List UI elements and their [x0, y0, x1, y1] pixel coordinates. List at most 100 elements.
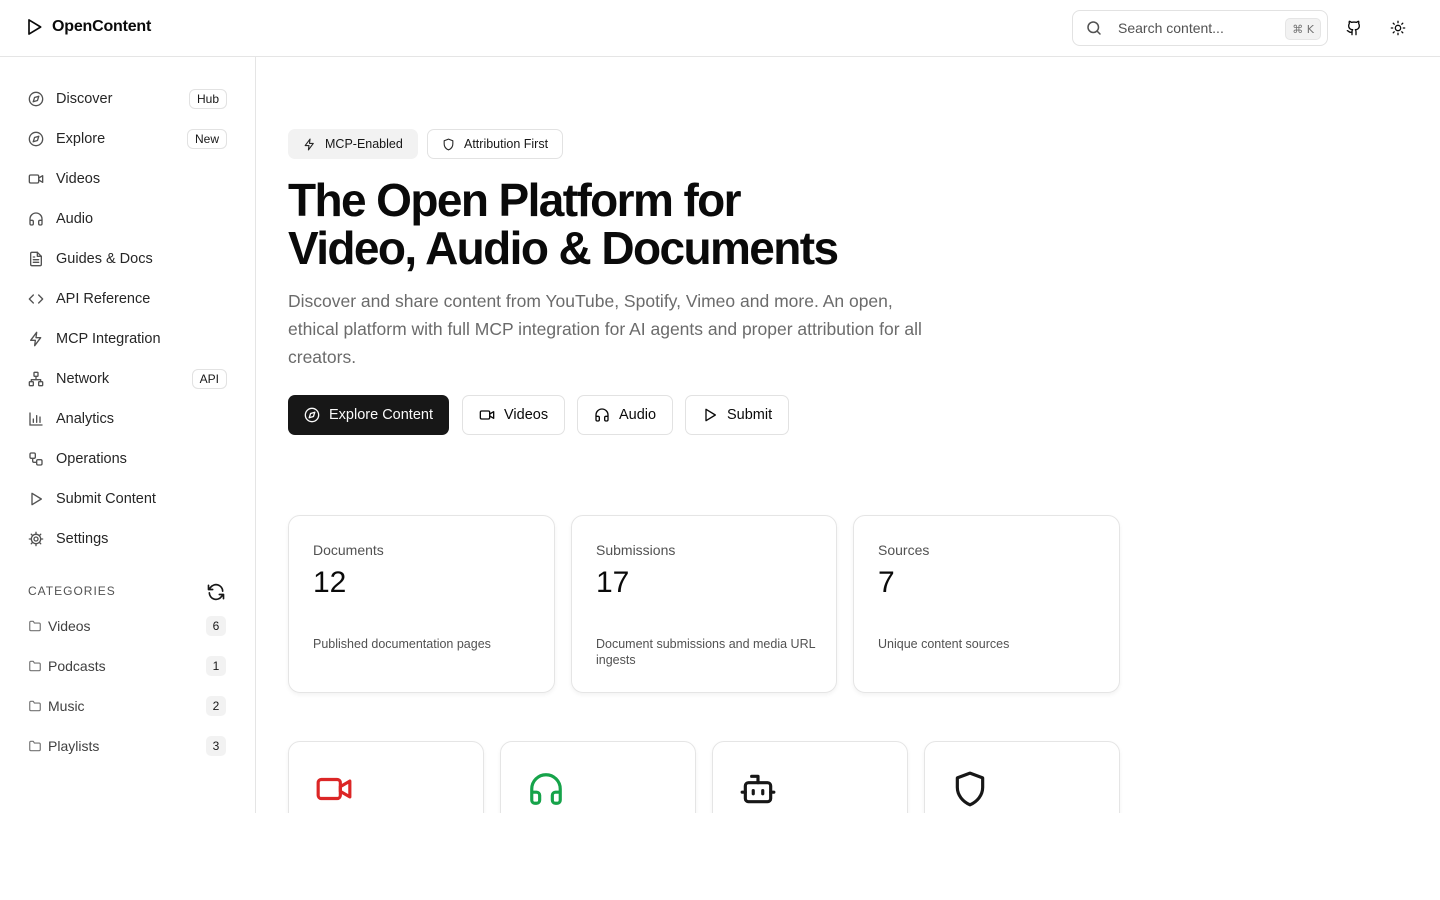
category-label: Podcasts [48, 658, 106, 674]
headphones-icon [527, 770, 565, 808]
videos-button[interactable]: Videos [462, 395, 566, 435]
category-label: Playlists [48, 738, 100, 754]
search-placeholder: Search content... [1118, 20, 1224, 36]
sidebar-item-videos[interactable]: Videos [16, 161, 240, 197]
sidebar-item-label: MCP Integration [56, 331, 161, 347]
category-videos[interactable]: Videos 6 [16, 610, 240, 642]
folder-icon [28, 619, 42, 633]
pill-label: Attribution First [464, 137, 549, 151]
sidebar-item-label: Audio [56, 211, 94, 227]
bot-icon [739, 770, 777, 808]
play-icon [24, 17, 44, 37]
stat-value: 7 [878, 566, 895, 599]
stat-description: Document submissions and media URL inges… [596, 637, 816, 667]
shield-icon [442, 138, 455, 151]
stat-label: Sources [878, 542, 930, 558]
folder-icon [28, 659, 42, 673]
sidebar-item-label: Settings [56, 531, 109, 547]
sidebar-item-api-reference[interactable]: API Reference [16, 281, 240, 317]
sidebar-item-discover[interactable]: Discover Hub [16, 81, 240, 117]
stat-label: Submissions [596, 542, 676, 558]
sidebar-item-operations[interactable]: Operations [16, 441, 240, 477]
explore-content-button[interactable]: Explore Content [288, 395, 449, 435]
refresh-icon [206, 582, 226, 602]
theme-toggle-button[interactable] [1384, 14, 1412, 42]
sidebar-item-network[interactable]: Network API [16, 361, 240, 397]
viewport-bottom-mask [256, 813, 1440, 900]
zap-icon [303, 138, 316, 151]
sidebar-item-label: Guides & Docs [56, 251, 153, 267]
refresh-categories-button[interactable] [206, 582, 226, 602]
hero-description: Discover and share content from YouTube,… [288, 291, 922, 367]
button-label: Submit [727, 407, 773, 423]
category-count: 3 [206, 736, 226, 756]
folder-icon [28, 699, 42, 713]
hub-badge: Hub [188, 89, 227, 109]
folder-icon [28, 739, 42, 753]
stat-card-sources: Sources 7 Unique content sources [853, 515, 1120, 693]
sidebar-item-label: Videos [56, 171, 101, 187]
shield-icon [951, 770, 989, 808]
stat-card-documents: Documents 12 Published documentation pag… [288, 515, 555, 693]
button-label: Audio [619, 407, 657, 423]
sidebar-item-explore[interactable]: Explore New [16, 121, 240, 157]
zap-icon [28, 331, 44, 347]
category-count: 1 [206, 656, 226, 676]
category-music[interactable]: Music 2 [16, 690, 240, 722]
stat-value: 17 [596, 566, 630, 599]
new-badge: New [186, 129, 227, 149]
category-label: Music [48, 698, 85, 714]
github-button[interactable] [1340, 14, 1368, 42]
stat-description: Published documentation pages [313, 637, 491, 651]
pill-label: MCP-Enabled [325, 137, 403, 151]
hero-title-line-2: Video, Audio & Documents [288, 222, 839, 274]
sidebar-item-analytics[interactable]: Analytics [16, 401, 240, 437]
sidebar-item-guides-docs[interactable]: Guides & Docs [16, 241, 240, 277]
sidebar-item-label: Network [56, 371, 110, 387]
button-label: Explore Content [329, 407, 433, 423]
sidebar-item-mcp-integration[interactable]: MCP Integration [16, 321, 240, 357]
category-podcasts[interactable]: Podcasts 1 [16, 650, 240, 682]
attribution-first-pill: Attribution First [427, 129, 564, 159]
mcp-enabled-pill: MCP-Enabled [288, 129, 418, 159]
compass-icon [28, 91, 44, 107]
search-icon [1085, 19, 1103, 37]
video-icon [479, 407, 495, 423]
sidebar-item-label: Explore [56, 131, 106, 147]
brand-logo[interactable]: OpenContent [24, 17, 151, 37]
compass-icon [304, 407, 320, 423]
api-badge: API [191, 369, 227, 389]
network-icon [28, 371, 44, 387]
play-icon [28, 491, 44, 507]
bar-chart-icon [28, 411, 44, 427]
code-icon [28, 291, 44, 307]
workflow-icon [28, 451, 44, 467]
stat-value: 12 [313, 566, 347, 599]
brand-name: OpenContent [52, 18, 152, 35]
sidebar-item-label: Operations [56, 451, 127, 467]
file-text-icon [28, 251, 44, 267]
top-header: OpenContent Search content... ⌘ K [0, 0, 1440, 57]
headphones-icon [28, 211, 44, 227]
sidebar-item-label: Submit Content [56, 491, 156, 507]
stat-card-submissions: Submissions 17 Document submissions and … [571, 515, 837, 693]
sidebar: Discover Hub Explore New Videos Audio Gu… [0, 57, 256, 813]
sidebar-item-audio[interactable]: Audio [16, 201, 240, 237]
compass-icon [28, 131, 44, 147]
category-label: Videos [48, 618, 91, 634]
audio-button[interactable]: Audio [577, 395, 674, 435]
video-icon [28, 171, 44, 187]
github-icon [1346, 20, 1362, 36]
category-playlists[interactable]: Playlists 3 [16, 730, 240, 762]
stat-label: Documents [313, 542, 384, 558]
gear-icon [28, 531, 44, 547]
search-input[interactable]: Search content... ⌘ K [1072, 10, 1328, 46]
categories-title: CATEGORIES [28, 584, 116, 598]
sidebar-item-submit-content[interactable]: Submit Content [16, 481, 240, 517]
headphones-icon [594, 407, 610, 423]
sidebar-item-label: Discover [56, 91, 113, 107]
sidebar-item-settings[interactable]: Settings [16, 521, 240, 557]
button-label: Videos [504, 407, 549, 423]
category-count: 6 [206, 616, 226, 636]
submit-button[interactable]: Submit [685, 395, 790, 435]
